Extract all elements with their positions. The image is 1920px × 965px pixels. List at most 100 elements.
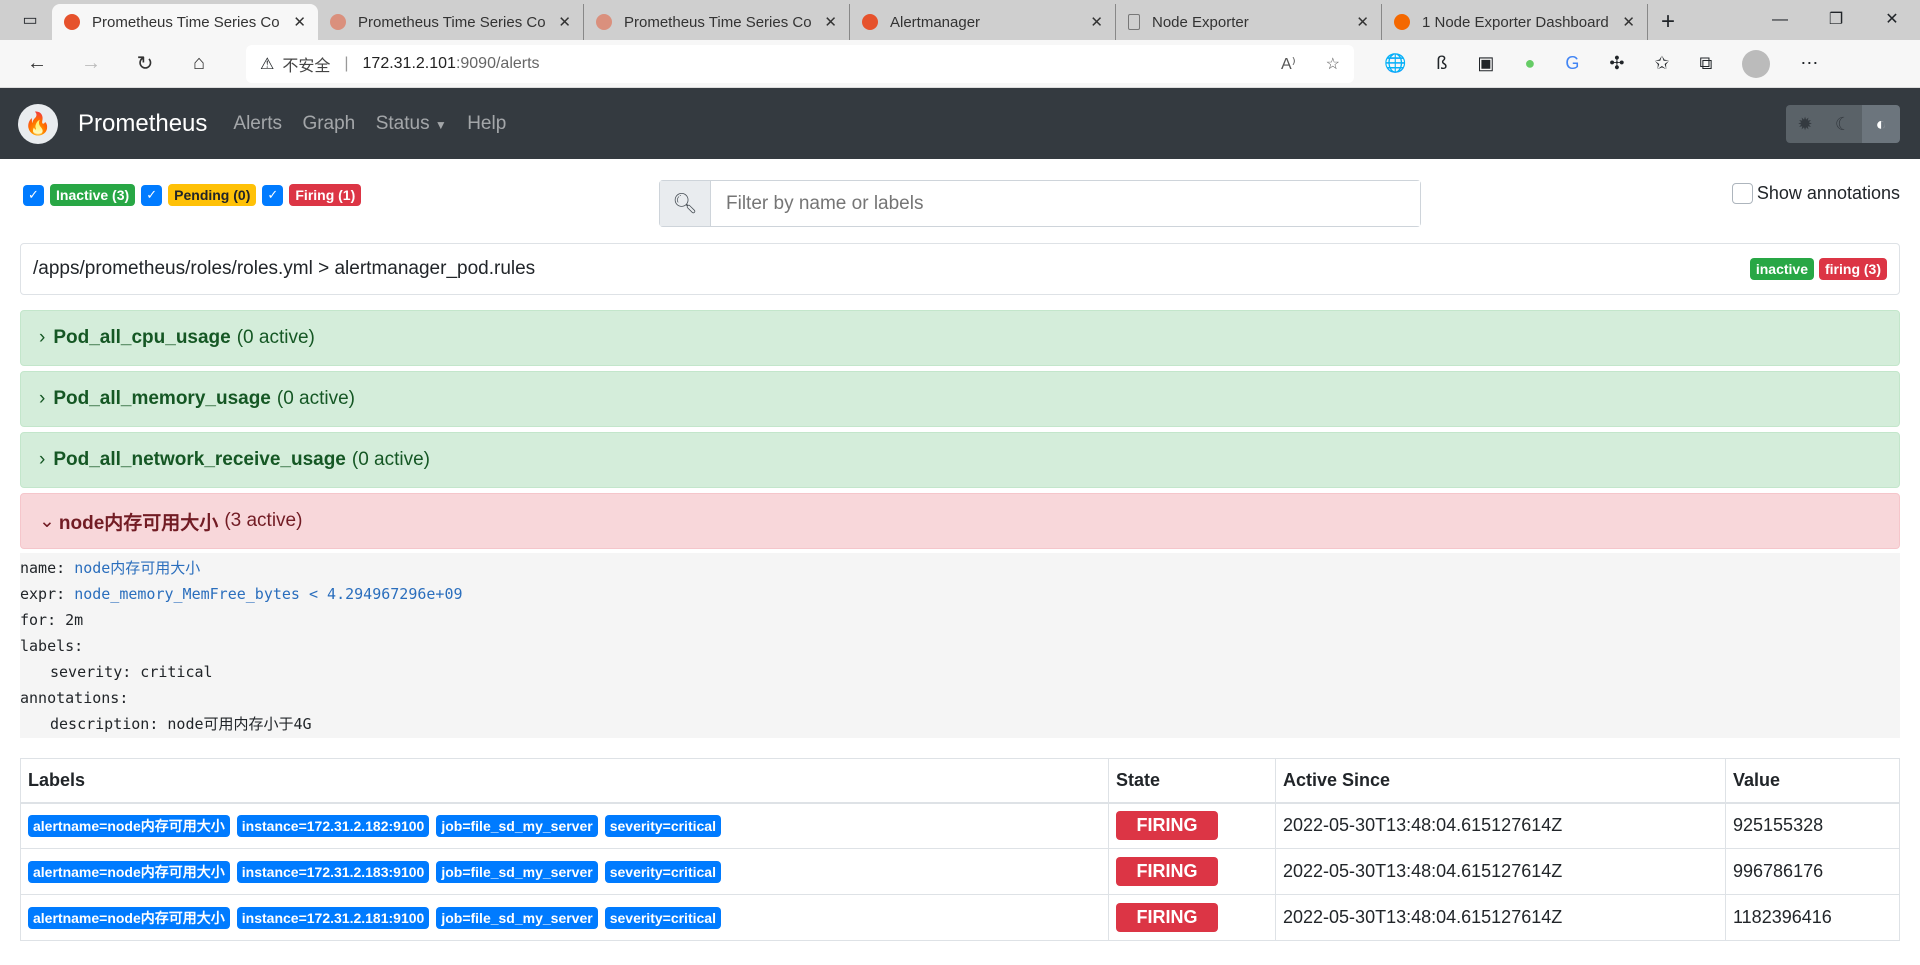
rule-row-expanded[interactable]: ⌄ node内存可用大小 (3 active)	[20, 493, 1900, 549]
rule-row[interactable]: › Pod_all_network_receive_usage (0 active)	[20, 432, 1900, 488]
search-box: 🔍︎	[659, 180, 1421, 227]
browser-tab-bar: ▭ Prometheus Time Series Co ✕ Prometheus …	[0, 0, 1920, 40]
label-badge: job=file_sd_my_server	[436, 815, 598, 838]
active-since-cell: 2022-05-30T13:48:04.615127614Z	[1275, 894, 1726, 941]
restore-icon[interactable]: ❐	[1808, 0, 1864, 40]
url-input[interactable]: ⚠ 不安全 | 172.31.2.101:9090/alerts A⁾ ☆	[246, 44, 1354, 83]
inactive-checkbox[interactable]: ✓	[23, 184, 44, 206]
value-cell: 925155328	[1725, 802, 1900, 849]
read-aloud-icon[interactable]: A⁾	[1281, 54, 1296, 74]
label-badge: instance=172.31.2.183:9100	[236, 861, 430, 883]
pending-checkbox[interactable]: ✓	[141, 184, 163, 206]
firing-badge[interactable]: Firing (1)	[289, 184, 362, 206]
show-annotations-checkbox[interactable]	[1731, 183, 1753, 204]
chevron-right-icon: ›	[39, 327, 46, 348]
profile-avatar[interactable]	[1742, 49, 1771, 78]
auto-theme-icon[interactable]: ◐	[1862, 105, 1900, 143]
dark-theme-icon[interactable]: ☾	[1824, 105, 1862, 143]
close-tab-icon[interactable]: ✕	[824, 13, 837, 31]
inactive-badge: inactive	[1749, 258, 1814, 280]
state-cell: FIRING	[1108, 894, 1276, 941]
close-tab-icon[interactable]: ✕	[558, 13, 571, 31]
translate-icon[interactable]: G	[1565, 53, 1579, 74]
minimize-icon[interactable]: —	[1752, 0, 1808, 40]
browser-tab[interactable]: Prometheus Time Series Co ✕	[584, 4, 850, 40]
rule-expr-link[interactable]: node_memory_MemFree_bytes < 4.294967296e…	[74, 585, 462, 603]
browser-tab[interactable]: Prometheus Time Series Co ✕	[318, 4, 584, 40]
back-icon[interactable]: ←	[10, 52, 64, 75]
labels-cell: alertname=node内存可用大小 instance=172.31.2.1…	[20, 848, 1109, 895]
table-row: alertname=node内存可用大小 instance=172.31.2.1…	[20, 848, 1900, 895]
new-tab-button[interactable]: +	[1648, 4, 1688, 40]
rule-group-path: /apps/prometheus/roles/roles.yml > alert…	[33, 258, 536, 279]
prometheus-icon	[596, 14, 612, 30]
active-since-cell: 2022-05-30T13:48:04.615127614Z	[1275, 848, 1726, 895]
search-icon: 🔍︎	[660, 181, 711, 226]
browser-tab[interactable]: Prometheus Time Series Co ✕	[52, 4, 318, 40]
close-window-icon[interactable]: ✕	[1864, 0, 1920, 40]
collections-icon[interactable]: ⧉	[1700, 53, 1713, 74]
extension-globe-icon[interactable]: 🌐	[1384, 53, 1406, 74]
navbar: 🔥 Prometheus Alerts Graph Status ▼ Help	[0, 88, 1920, 159]
more-icon[interactable]: ⋯	[1800, 53, 1818, 74]
nav-alerts[interactable]: Alerts	[233, 113, 282, 134]
chevron-down-icon: ⌄	[39, 510, 55, 532]
close-tab-icon[interactable]: ✕	[293, 13, 306, 31]
chevron-right-icon: ›	[39, 449, 46, 470]
label-badge: severity=critical	[604, 815, 721, 838]
favorites-icon[interactable]: ✩	[1654, 53, 1669, 74]
nav-help[interactable]: Help	[467, 113, 506, 134]
browser-tab[interactable]: Alertmanager ✕	[850, 4, 1116, 40]
pending-badge[interactable]: Pending (0)	[168, 184, 257, 206]
active-since-cell: 2022-05-30T13:48:04.615127614Z	[1275, 802, 1726, 849]
state-filters: ✓ Inactive (3) ✓ Pending (0) ✓ Firing (1)	[23, 184, 362, 206]
rule-row[interactable]: › Pod_all_cpu_usage (0 active)	[20, 310, 1900, 366]
extensions-icon[interactable]: ✣	[1609, 53, 1624, 74]
close-tab-icon[interactable]: ✕	[1090, 13, 1103, 31]
rule-group-header: /apps/prometheus/roles/roles.yml > alert…	[20, 243, 1900, 295]
rule-row[interactable]: › Pod_all_memory_usage (0 active)	[20, 371, 1900, 427]
label-badge: severity=critical	[604, 861, 721, 883]
rule-name-link[interactable]: node内存可用大小	[74, 559, 200, 577]
grafana-icon	[1394, 14, 1410, 30]
tab-actions-icon[interactable]: ▭	[8, 0, 52, 40]
extension-circle-icon[interactable]: ●	[1524, 53, 1535, 74]
firing-checkbox[interactable]: ✓	[262, 184, 284, 206]
label-badge: severity=critical	[604, 907, 721, 929]
rule-definition: name: node内存可用大小 expr: node_memory_MemFr…	[20, 553, 1900, 738]
prometheus-icon	[862, 14, 878, 30]
extension-toolbox-icon[interactable]: ▣	[1477, 53, 1494, 74]
close-tab-icon[interactable]: ✕	[1356, 13, 1369, 31]
close-tab-icon[interactable]: ✕	[1622, 13, 1635, 31]
light-theme-icon[interactable]: ✹	[1786, 105, 1824, 143]
state-cell: FIRING	[1108, 802, 1276, 849]
label-badge: instance=172.31.2.181:9100	[236, 907, 430, 929]
label-badge: job=file_sd_my_server	[436, 861, 598, 883]
state-badge: FIRING	[1116, 903, 1218, 932]
state-cell: FIRING	[1108, 848, 1276, 895]
table-row: alertname=node内存可用大小 instance=172.31.2.1…	[20, 894, 1900, 941]
brand[interactable]: Prometheus	[78, 110, 207, 138]
inactive-badge[interactable]: Inactive (3)	[50, 184, 136, 206]
column-header: Labels	[20, 758, 1109, 804]
theme-toggle: ✹ ☾ ◐	[1786, 105, 1900, 143]
nav-status[interactable]: Status ▼	[376, 113, 447, 134]
address-bar-row: ← → ↻ ⌂ ⚠ 不安全 | 172.31.2.101:9090/alerts…	[0, 40, 1920, 88]
prometheus-logo-icon[interactable]: 🔥	[18, 103, 58, 144]
column-header: Value	[1725, 758, 1900, 804]
browser-tab[interactable]: Node Exporter ✕	[1116, 4, 1382, 40]
prometheus-icon	[330, 14, 346, 30]
prometheus-icon	[64, 14, 80, 30]
show-annotations-toggle[interactable]: Show annotations	[1731, 183, 1900, 204]
reload-icon[interactable]: ↻	[118, 51, 172, 76]
add-favorite-icon[interactable]: ☆	[1326, 54, 1340, 74]
value-cell: 996786176	[1725, 848, 1900, 895]
home-icon[interactable]: ⌂	[172, 52, 226, 75]
extension-icon[interactable]: ß	[1436, 53, 1447, 74]
search-input[interactable]	[711, 181, 1420, 226]
forward-icon[interactable]: →	[64, 52, 118, 75]
firing-count-badge: firing (3)	[1819, 258, 1887, 280]
label-badge: alertname=node内存可用大小	[28, 815, 230, 838]
browser-tab[interactable]: 1 Node Exporter Dashboard ✕	[1382, 4, 1648, 40]
nav-graph[interactable]: Graph	[302, 113, 355, 134]
